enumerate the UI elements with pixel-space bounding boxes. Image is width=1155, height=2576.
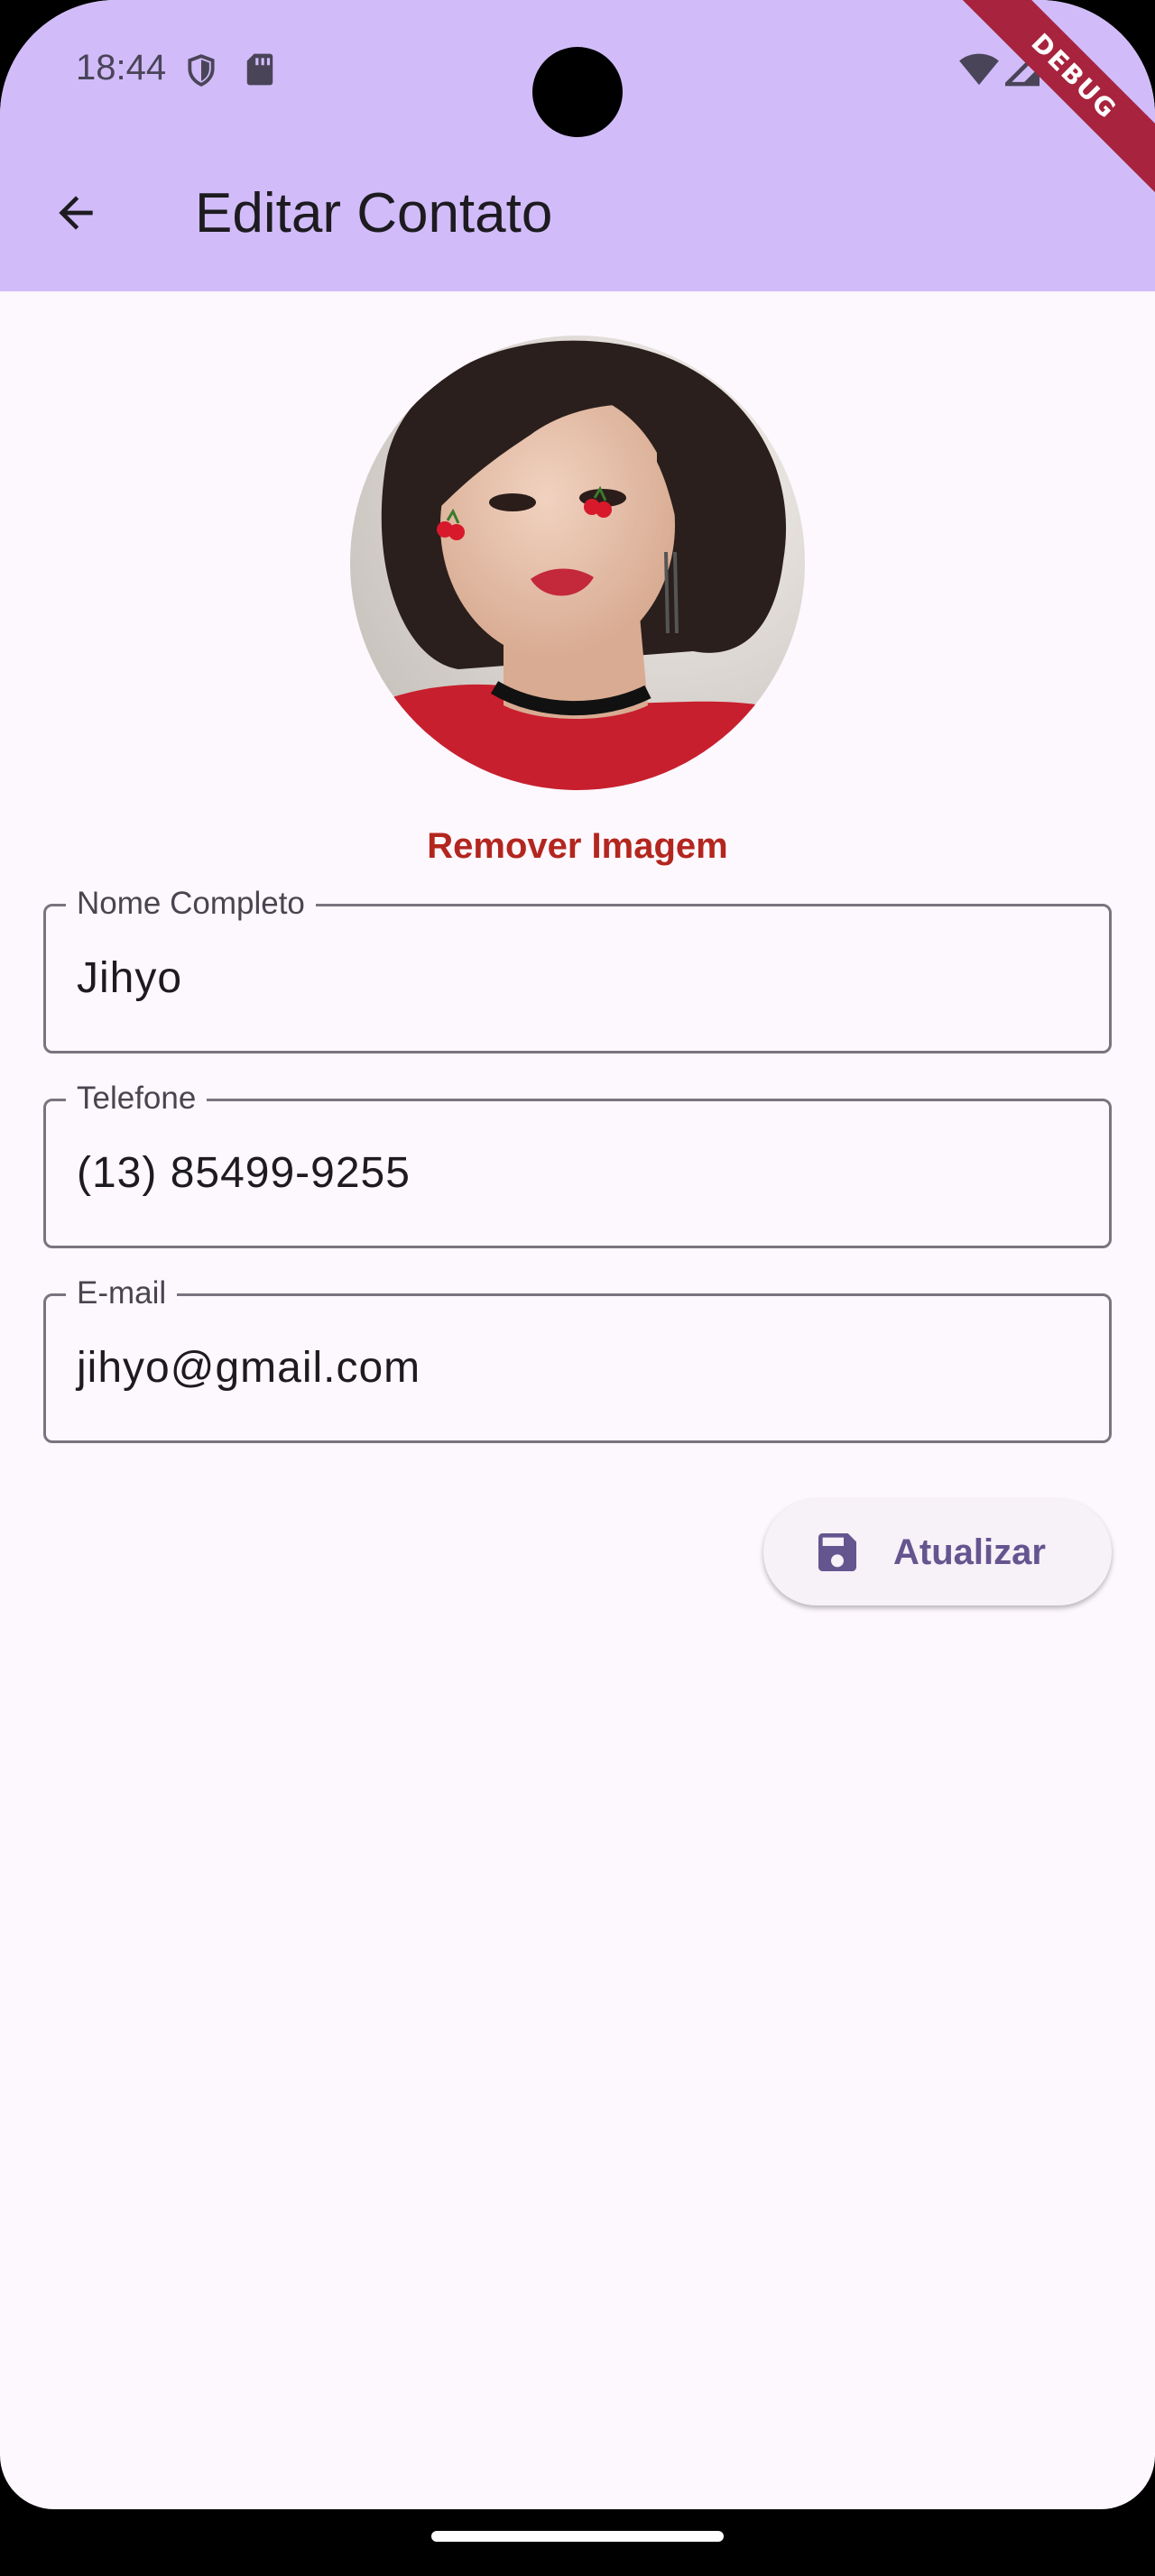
name-field-label: Nome Completo bbox=[66, 883, 316, 925]
home-indicator[interactable] bbox=[431, 2531, 724, 2542]
remove-image-button[interactable]: Remover Imagem bbox=[0, 821, 1155, 871]
name-field-value[interactable]: Jihyo bbox=[77, 952, 182, 1006]
debug-banner: DEBUG bbox=[954, 0, 1155, 197]
avatar-photo bbox=[350, 336, 805, 790]
sd-card-icon bbox=[245, 52, 274, 91]
wifi-icon bbox=[958, 52, 1000, 91]
page-title: Editar Contato bbox=[195, 182, 553, 244]
phone-field[interactable]: Telefone (13) 85499-9255 bbox=[43, 1078, 1112, 1248]
phone-field-value[interactable]: (13) 85499-9255 bbox=[77, 1146, 411, 1201]
update-button-label: Atualizar bbox=[893, 1532, 1046, 1572]
update-button[interactable]: Atualizar bbox=[763, 1499, 1112, 1605]
email-field[interactable]: E-mail jihyo@gmail.com bbox=[43, 1273, 1112, 1443]
phone-field-label: Telefone bbox=[66, 1078, 208, 1119]
app-screen: 18:44 DEBUG Editar Contato Remover Image… bbox=[0, 0, 1155, 2509]
email-field-label: E-mail bbox=[66, 1273, 178, 1314]
back-button[interactable] bbox=[40, 177, 112, 249]
contact-avatar[interactable] bbox=[350, 336, 805, 790]
shield-icon bbox=[184, 52, 218, 93]
email-field-value[interactable]: jihyo@gmail.com bbox=[77, 1341, 420, 1395]
arrow-back-icon bbox=[51, 188, 101, 238]
status-time: 18:44 bbox=[76, 48, 167, 87]
save-icon bbox=[812, 1527, 863, 1578]
name-field[interactable]: Nome Completo Jihyo bbox=[43, 883, 1112, 1053]
camera-cutout bbox=[532, 47, 623, 137]
app-bar: 18:44 DEBUG Editar Contato bbox=[0, 0, 1155, 291]
